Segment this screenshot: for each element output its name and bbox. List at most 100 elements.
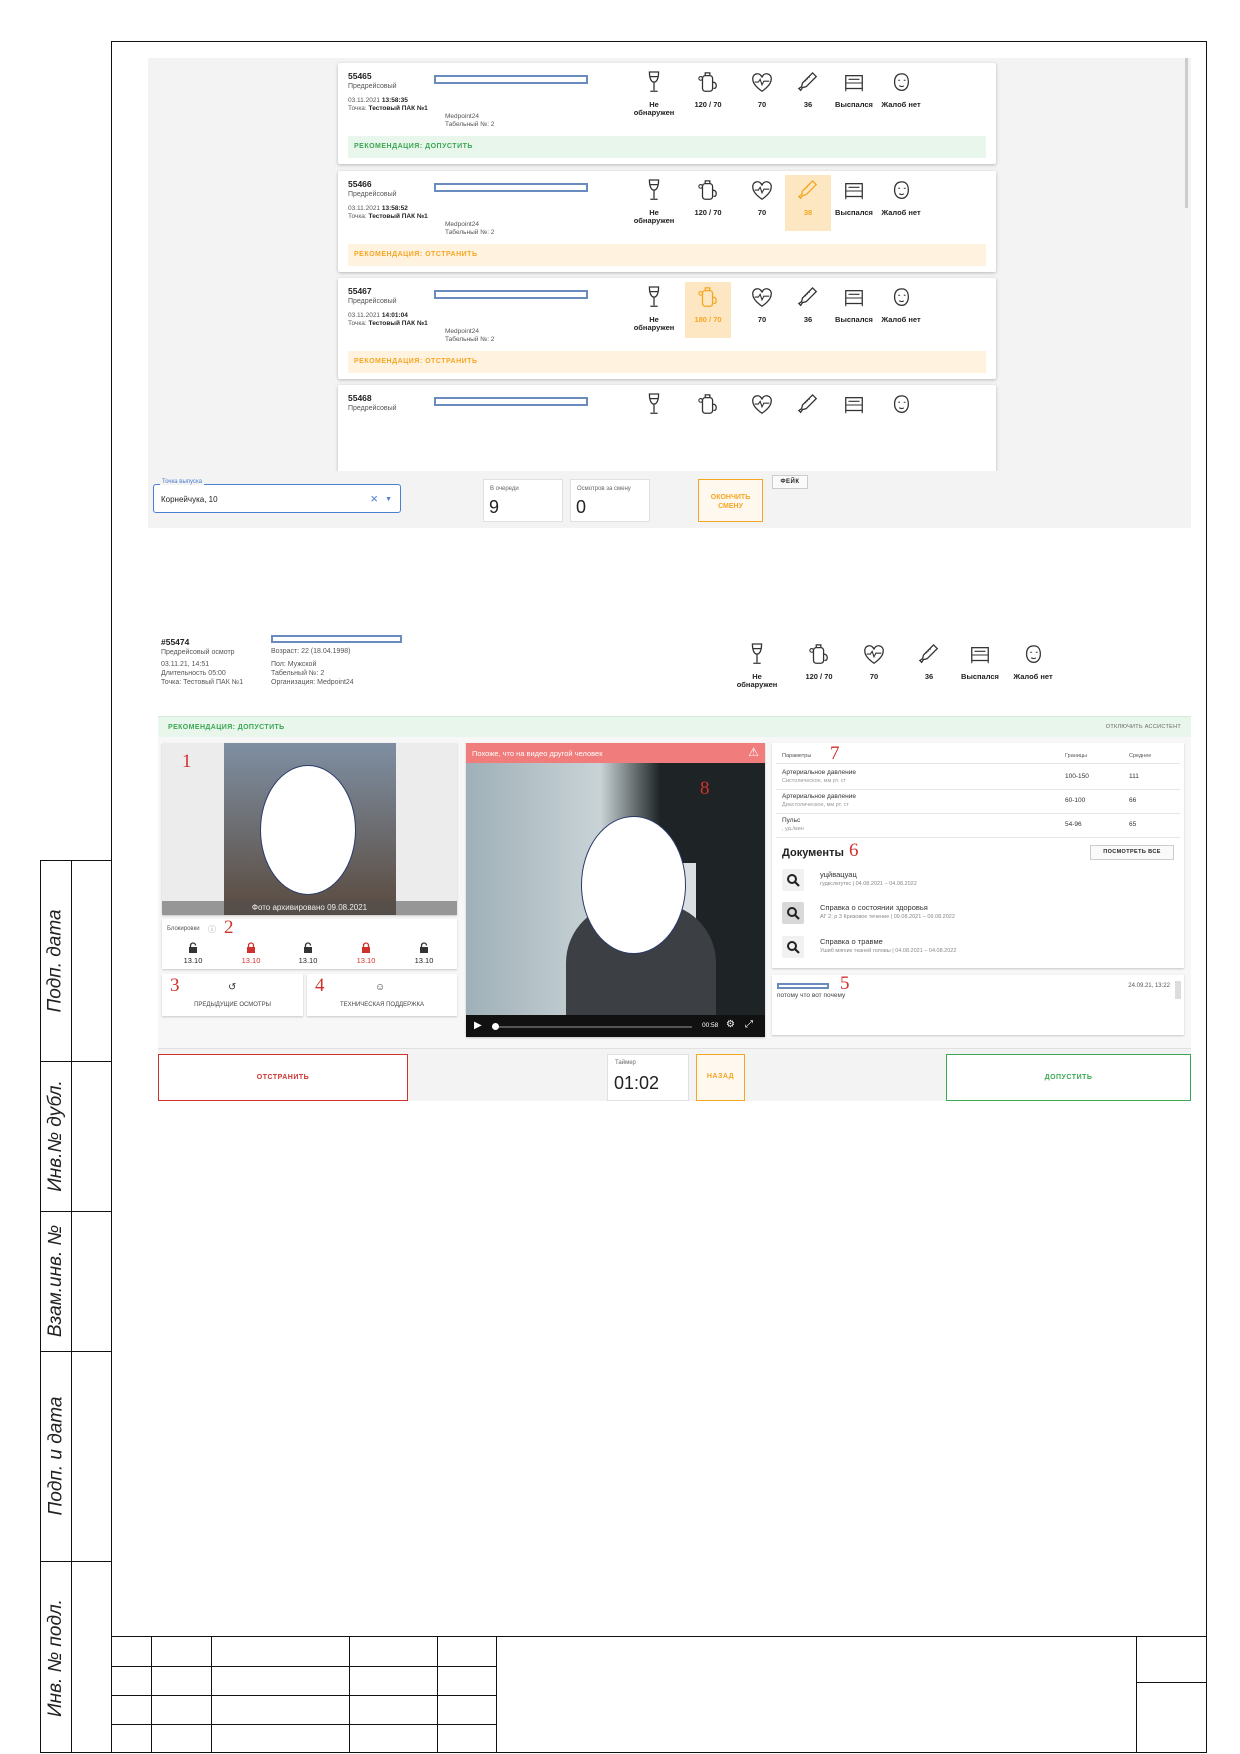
support-icon: ☺	[375, 982, 386, 993]
metric-face: Жалоб нет	[878, 179, 924, 217]
bed-icon	[831, 393, 877, 417]
card-point: Точка: Тестовый ПАК №1	[348, 320, 428, 327]
metric-wine-glass: Не обнаружен	[631, 71, 677, 117]
card-recommendation: РЕКОМЕНДАЦИЯ: ДОПУСТИТЬ	[348, 136, 986, 158]
clear-icon[interactable]: ×	[370, 491, 378, 506]
bed-icon	[831, 286, 877, 310]
name-redacted-bar	[434, 183, 588, 192]
approve-button[interactable]: ДОПУСТИТЬ	[946, 1054, 1191, 1101]
metric-value: Жалоб нет	[881, 100, 921, 109]
release-point-select[interactable]: Точка выпуска Корнейчука, 10 × ▼	[153, 479, 401, 513]
callout-number: 4	[315, 975, 325, 996]
metric-heart-pulse: 70	[739, 71, 785, 109]
queue-bottom-bar: Точка выпуска Корнейчука, 10 × ▼ В очере…	[148, 471, 1191, 528]
queue-counter: В очереди 9	[483, 479, 563, 522]
param-avg: 111	[1129, 773, 1139, 780]
header-metric-face: Жалоб нет	[1007, 643, 1059, 681]
exam-tab: Табельный №: 2	[271, 670, 325, 677]
param-name: Пульс	[782, 817, 801, 824]
lock-item[interactable]: 13.10	[351, 941, 381, 965]
metric-value: Не обнаружен	[633, 208, 675, 225]
scrollbar[interactable]	[1185, 58, 1188, 208]
queue-label: В очереди	[490, 486, 519, 492]
end-shift-button[interactable]: ОКОНЧИТЬ СМЕНУ	[698, 479, 763, 522]
lock-item[interactable]: 13.10	[236, 941, 266, 965]
exam-card[interactable]: 55468 Предрейсовый	[338, 385, 996, 475]
name-redacted-bar	[777, 983, 829, 989]
shift-counter: Осмотров за смену 0	[570, 479, 650, 522]
lock-item[interactable]: 13.10	[178, 941, 208, 965]
card-datetime: 03.11.2021 13:58:52	[348, 205, 408, 212]
fake-button[interactable]: ФЕЙК	[772, 475, 808, 489]
reject-button[interactable]: ОТСТРАНИТЬ	[158, 1054, 408, 1101]
param-sub: Систолическое, мм рт. ст	[782, 778, 847, 784]
video-progress[interactable]	[492, 1026, 692, 1028]
timer-label: Таймер	[615, 1060, 636, 1066]
metric-heart-pulse: 70	[739, 286, 785, 324]
video-panel: Похоже, что на видео другой человек ⚠ 8 …	[466, 743, 765, 1037]
metric-value: Не обнаружен	[633, 100, 675, 117]
metric-thermometer: 36	[785, 71, 831, 109]
name-redacted-bar	[434, 75, 588, 84]
lock-item[interactable]: 13.10	[293, 941, 323, 965]
name-redacted-bar	[434, 397, 588, 406]
timer: Таймер 01:02	[607, 1054, 689, 1101]
card-datetime: 03.11.2021 14:01:04	[348, 312, 408, 319]
help-icon[interactable]: ⓘ	[208, 924, 216, 935]
lock-date: 13.10	[298, 956, 318, 965]
metric-value: 120 / 70	[805, 672, 833, 681]
callout-number: 6	[849, 840, 859, 861]
face-icon	[878, 393, 924, 417]
header-metric-bed: Выспался	[954, 643, 1006, 681]
header-metric-blood-pressure: 120 / 70	[793, 643, 845, 681]
progress-handle[interactable]	[492, 1023, 499, 1030]
metric-value: 180 / 70	[694, 315, 722, 324]
lock-item[interactable]: 13.10	[409, 941, 439, 965]
metric-blood-pressure: 120 / 70	[685, 71, 731, 109]
metric-value: Жалоб нет	[881, 208, 921, 217]
search-icon[interactable]	[782, 936, 804, 958]
document-sub: АГ 2; р 3 Кризовое течение | 09.08.2021 …	[820, 914, 955, 920]
card-point: Точка: Тестовый ПАК №1	[348, 105, 428, 112]
blood-pressure-icon	[685, 393, 731, 417]
view-all-button[interactable]: ПОСМОТРЕТЬ ВСЕ	[1090, 845, 1174, 860]
metric-face: Жалоб нет	[878, 286, 924, 324]
exam-card[interactable]: 55466 Предрейсовый 03.11.2021 13:58:52 Точк…	[338, 171, 996, 272]
previous-exams-button[interactable]: 3 ↺ ПРЕДЫДУЩИЕ ОСМОТРЫ	[162, 974, 303, 1016]
disable-assistant-button[interactable]: ОТКЛЮЧИТЬ АССИСТЕНТ	[1106, 724, 1181, 730]
card-point: Точка: Тестовый ПАК №1	[348, 213, 428, 220]
tech-support-button[interactable]: 4 ☺ ТЕХНИЧЕСКАЯ ПОДДЕРЖКА	[307, 974, 457, 1016]
exam-card[interactable]: 55467 Предрейсовый 03.11.2021 14:01:04 Точк…	[338, 278, 996, 379]
search-icon[interactable]	[782, 902, 804, 924]
play-icon[interactable]: ▶	[474, 1020, 482, 1031]
param-range: 100-150	[1065, 773, 1089, 780]
exam-point: Точка: Тестовый ПАК №1	[161, 679, 244, 686]
param-name: Артериальное давление	[782, 769, 856, 776]
card-type: Предрейсовый	[348, 298, 397, 305]
param-avg: 65	[1129, 821, 1137, 828]
video-warning-bar: Похоже, что на видео другой человек ⚠	[466, 743, 765, 763]
select-label: Точка выпуска	[160, 479, 205, 485]
metric-value: 70	[757, 208, 767, 217]
card-type: Предрейсовый	[348, 405, 397, 412]
heart-pulse-icon	[739, 393, 785, 417]
metric-thermometer	[785, 393, 831, 423]
bed-icon	[954, 643, 1006, 667]
settings-icon[interactable]: ⚙	[726, 1019, 735, 1030]
card-recommendation: РЕКОМЕНДАЦИЯ: ОТСТРАНИТЬ	[348, 244, 986, 266]
stamp-label: Инв.№ дубл.	[45, 1080, 67, 1192]
search-icon[interactable]	[782, 869, 804, 891]
fullscreen-icon[interactable]: ⤢	[745, 1019, 753, 1030]
metric-value: Выспался	[835, 315, 873, 324]
metric-value: 70	[869, 672, 879, 681]
chevron-down-icon[interactable]: ▼	[385, 496, 392, 503]
document-title: уцйвацуац	[820, 870, 857, 879]
scrollbar[interactable]	[1175, 981, 1181, 999]
card-datetime: 03.11.2021 13:58:35	[348, 97, 408, 104]
exam-card[interactable]: 55465 Предрейсовый 03.11.2021 13:58:35 Точк…	[338, 63, 996, 164]
comment-panel: 5 потому что вот почему 24.09.21, 13:22	[772, 973, 1184, 1035]
back-button[interactable]: НАЗАД	[696, 1054, 745, 1101]
header-metric-wine-glass: Не обнаружен	[731, 643, 783, 689]
lock-icon	[246, 941, 256, 953]
callout-number: 7	[830, 743, 840, 764]
